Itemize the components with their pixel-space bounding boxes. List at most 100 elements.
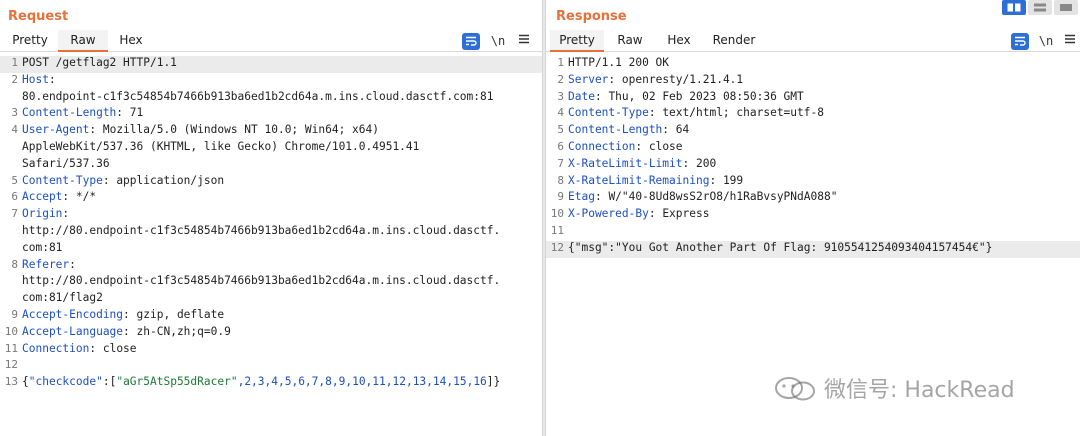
layout-switch — [1002, 0, 1078, 15]
header-value: gzip, deflate — [129, 308, 225, 321]
header-value: W/"40-8Ud8wsS2rO8/h1RaBvsyPNdA088" — [601, 190, 838, 204]
header-colon: : — [648, 106, 656, 120]
header-name: Content-Length — [22, 106, 117, 120]
header-colon: : — [69, 257, 76, 271]
code-line: com:81 — [0, 241, 542, 258]
line-text: User-Agent: Mozilla/5.0 (Windows NT 10.0… — [22, 123, 379, 136]
line-text: Server: openresty/1.21.4.1 — [568, 73, 743, 86]
tab-hex[interactable]: Hex — [110, 30, 152, 52]
header-name: Accept-Language — [22, 324, 124, 338]
code-line: 4 User-Agent: Mozilla/5.0 (Windows NT 10.… — [0, 123, 542, 140]
line-number: 5 — [557, 123, 564, 137]
header-value: http://80.endpoint-c1f3c54854b7466b913ba… — [22, 224, 501, 237]
code-line: 2 Server: openresty/1.21.4.1 — [546, 73, 1080, 90]
code-line: 10 Accept-Language: zh-CN,zh;q=0.9 — [0, 325, 542, 342]
header-value: Thu, 02 Feb 2023 08:50:36 GMT — [601, 89, 804, 103]
line-text: Content-Type: application/json — [22, 174, 224, 187]
line-text: com:81 — [22, 241, 62, 254]
menu-icon[interactable] — [1061, 33, 1079, 50]
code-line: com:81/flag2 — [0, 291, 542, 308]
header-colon: : — [123, 308, 130, 321]
line-text: Content-Type: text/html; charset=utf-8 — [568, 106, 824, 119]
header-colon: : — [62, 207, 70, 221]
header-value: */* — [69, 190, 97, 204]
code-line: 6 Accept: */* — [0, 190, 542, 207]
json-key: "checkcode" — [28, 375, 103, 389]
header-name: Content-Type — [568, 106, 649, 120]
menu-icon[interactable] — [515, 33, 533, 50]
code-line: http://80.endpoint-c1f3c54854b7466b913ba… — [0, 274, 542, 291]
header-value: text/html; charset=utf-8 — [655, 106, 824, 120]
tab-raw[interactable]: Raw — [608, 30, 652, 52]
stacked-icon[interactable] — [1028, 0, 1052, 15]
header-name: Content-Type — [22, 173, 103, 187]
header-name: Connection — [568, 140, 636, 153]
header-name: Accept-Encoding — [22, 308, 124, 321]
header-value: 80.endpoint-c1f3c54854b7466b913ba6ed1b2c… — [22, 89, 494, 103]
line-text: X-RateLimit-Remaining: 199 — [568, 174, 743, 187]
line-number: 11 — [550, 224, 564, 237]
line-text: Origin: — [22, 207, 69, 220]
tabbed-icon[interactable] — [1054, 0, 1078, 15]
header-colon: : — [648, 207, 656, 221]
line-number: 12 — [550, 240, 564, 254]
line-number: 5 — [11, 173, 18, 187]
code-line: 5 Content-Type: application/json — [0, 174, 542, 191]
header-value: com:81/flag2 — [22, 291, 103, 305]
json-string: "aGr5AtSp55dRacer" — [116, 375, 238, 389]
line-number: 11 — [4, 341, 18, 355]
code-line: AppleWebKit/537.36 (KHTML, like Gecko) C… — [0, 140, 542, 157]
tab-raw[interactable]: Raw — [58, 30, 108, 52]
line-text: Connection: close — [22, 342, 137, 355]
request-panel: Request Pretty Raw Hex \n 1 POST /getflag… — [0, 0, 542, 436]
wrap-lines-icon[interactable] — [462, 33, 480, 50]
code-line: 2 Host: — [0, 73, 542, 90]
line-text: Safari/537.36 — [22, 157, 110, 170]
header-name: Connection — [22, 341, 90, 355]
header-colon: : — [102, 173, 110, 187]
json-numbers: ,2,3,4,5,6,7,8,9,10,11,12,13,14,15,16 — [237, 375, 487, 389]
code-line: 5 Content-Length: 64 — [546, 123, 1080, 140]
header-value: 71 — [123, 106, 144, 120]
newline-toggle[interactable]: \n — [488, 33, 508, 50]
header-name: X-RateLimit-Limit — [568, 156, 683, 170]
line-text: Accept-Language: zh-CN,zh;q=0.9 — [22, 325, 231, 338]
tab-pretty[interactable]: Pretty — [4, 30, 56, 52]
line-text: com:81/flag2 — [22, 291, 103, 304]
line-text: Connection: close — [568, 140, 683, 153]
tab-hex[interactable]: Hex — [656, 30, 702, 52]
code-line: 7 X-RateLimit-Limit: 200 — [546, 157, 1080, 174]
header-value: Mozilla/5.0 (Windows NT 10.0; Win64; x64… — [96, 123, 379, 137]
json-brace: { — [22, 375, 29, 389]
code-line: 11 Connection: close — [0, 342, 542, 359]
header-value: {"msg":"You Got Another Part Of Flag: 91… — [568, 240, 993, 254]
line-number: 12 — [4, 358, 18, 372]
header-value: 64 — [669, 123, 690, 137]
header-name: Date — [568, 89, 595, 103]
wrap-lines-icon[interactable] — [1011, 33, 1029, 50]
line-number: 10 — [550, 207, 564, 221]
line-text: 80.endpoint-c1f3c54854b7466b913ba6ed1b2c… — [22, 90, 493, 103]
line-text: http://80.endpoint-c1f3c54854b7466b913ba… — [22, 274, 500, 287]
header-name: Accept — [22, 190, 63, 204]
newline-toggle[interactable]: \n — [1036, 33, 1056, 50]
line-text: Date: Thu, 02 Feb 2023 08:50:36 GMT — [568, 90, 804, 103]
header-value: 199 — [716, 173, 744, 187]
code-line: 1 HTTP/1.1 200 OK — [546, 56, 1080, 73]
line-number: 9 — [11, 308, 18, 321]
header-value: zh-CN,zh;q=0.9 — [129, 324, 231, 338]
header-colon: : — [48, 72, 56, 86]
header-value: http://80.endpoint-c1f3c54854b7466b913ba… — [22, 274, 501, 288]
header-name: Origin — [22, 207, 63, 221]
tab-render[interactable]: Render — [706, 30, 762, 52]
line-number: 7 — [11, 207, 18, 221]
code-line: Safari/537.36 — [0, 157, 542, 174]
header-name: Etag — [568, 190, 595, 204]
line-number: 3 — [557, 89, 564, 103]
side-by-side-icon[interactable] — [1002, 0, 1026, 15]
watermark-text: 微信号: HackRead — [824, 378, 1015, 403]
line-number: 4 — [11, 123, 18, 137]
json-brace: ]} — [486, 375, 501, 389]
tab-pretty[interactable]: Pretty — [550, 30, 604, 52]
line-text: Accept: */* — [22, 190, 96, 203]
